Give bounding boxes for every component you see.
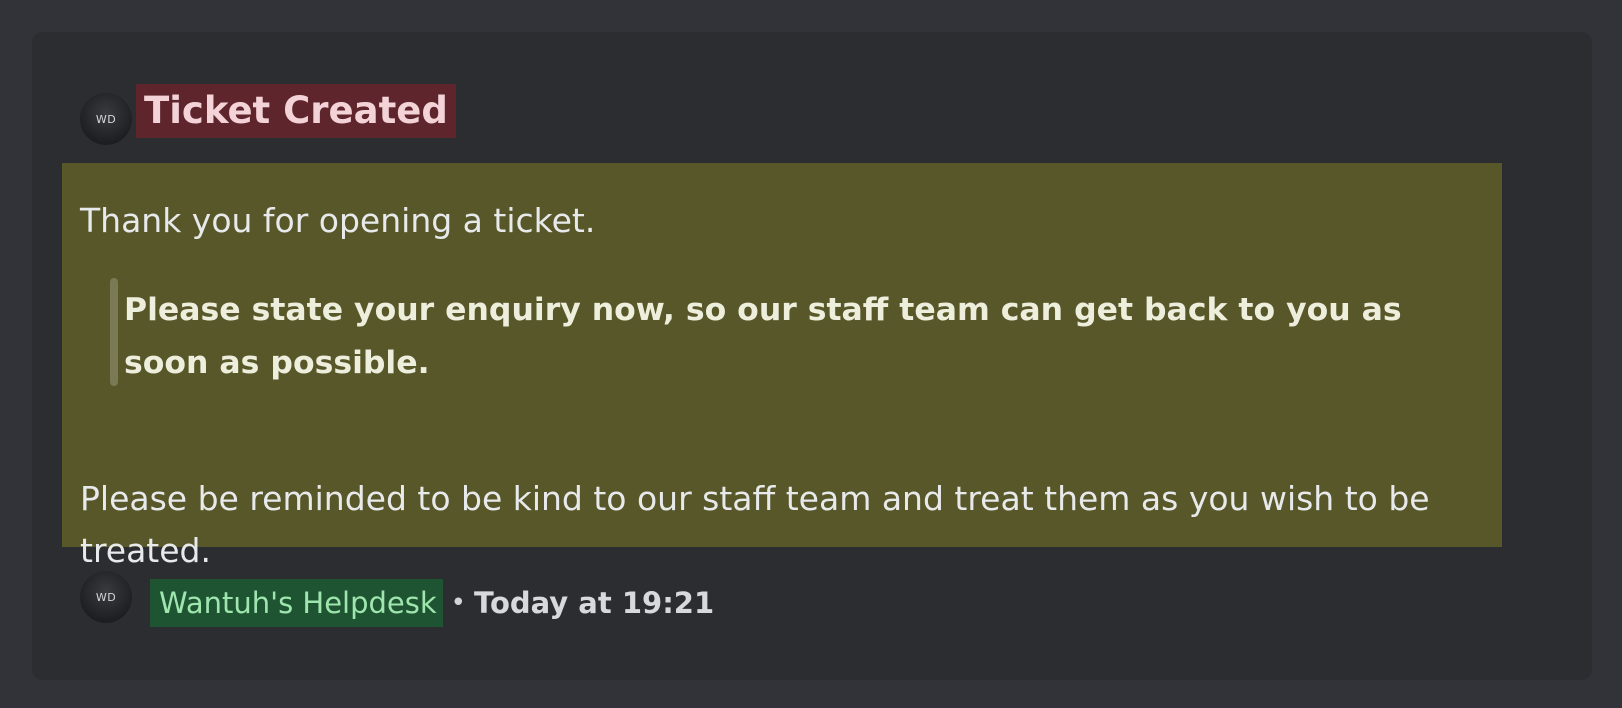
description-line-1: Thank you for opening a ticket. <box>80 201 596 240</box>
embed-title: Ticket Created <box>144 89 448 132</box>
description-line-3a: Please be reminded to be kind to our sta… <box>80 479 1430 518</box>
blockquote-bar <box>110 278 118 386</box>
blockquote-text: Please state your enquiry now, so our st… <box>124 292 1402 381</box>
ticket-embed: WD Ticket Created Thank you for opening … <box>32 32 1592 680</box>
footer-separator: • <box>450 588 467 618</box>
author-avatar-initials: WD <box>95 112 117 126</box>
footer-name: Wantuh's Helpdesk <box>150 579 443 627</box>
embed-title-highlight: Ticket Created <box>136 84 456 138</box>
footer-avatar-initials: WD <box>95 590 117 604</box>
embed-footer: Wantuh's Helpdesk • Today at 19:21 <box>150 577 714 629</box>
footer-avatar-icon[interactable]: WD <box>80 571 132 623</box>
description-line-3b: treated. <box>80 531 211 570</box>
author-avatar-icon[interactable]: WD <box>80 93 132 145</box>
footer-timestamp: Today at 19:21 <box>474 586 715 620</box>
